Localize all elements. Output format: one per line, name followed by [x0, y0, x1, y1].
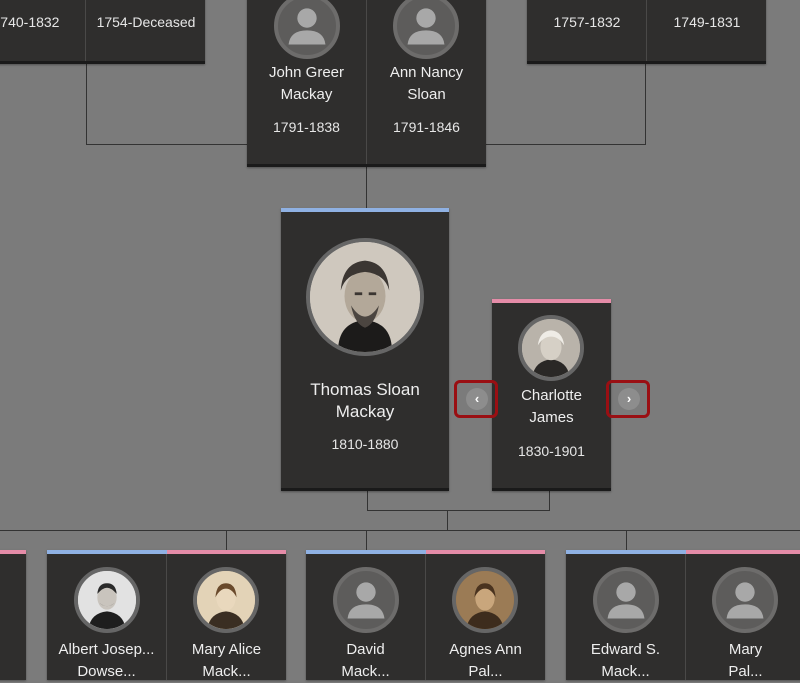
spouse-name: Charlotte James [521, 387, 582, 426]
child-spouse-name-continued: Mack... [202, 663, 251, 680]
grandparent-dates: 1749-1831 [673, 14, 741, 30]
chevron-left-icon: ‹ [466, 388, 488, 410]
connector-line [447, 510, 448, 531]
child-name: Albert Josep... [58, 641, 155, 658]
child-spouse-name: Mary [728, 641, 763, 658]
child-couple-card[interactable] [0, 550, 26, 680]
person-silhouette-icon [393, 0, 459, 59]
previous-spouse-button[interactable]: ‹ [454, 380, 498, 418]
child-spouse-name-continued: Pal... [728, 663, 763, 680]
focus-person-dates: 1810-1880 [331, 436, 399, 452]
child-spouse-name: Mary Alice [191, 641, 262, 658]
child-card[interactable]: Edward S. Mack... [566, 554, 685, 680]
connector-line [366, 166, 367, 210]
child-couple-card[interactable]: Albert Josep... Dowse... Mary Alice Mack… [47, 550, 286, 680]
parents-couple-card[interactable]: John Greer Mackay 1791-1838 Ann Nancy Sl… [247, 0, 486, 167]
child-couple-card[interactable]: Edward S. Mack... Mary Pal... [566, 550, 800, 680]
spouse-dates: 1830-1901 [518, 443, 585, 459]
father-name: John Greer Mackay [268, 64, 345, 103]
grandparents-couple-card-left[interactable]: 1740-1832 1754-Deceased [0, 0, 205, 64]
child-name-continued: Dowse... [77, 663, 136, 680]
grandparents-couple-card-right[interactable]: 1757-1832 1749-1831 [527, 0, 766, 64]
person-silhouette-icon [593, 567, 659, 633]
mother-dates: 1791-1846 [393, 119, 460, 135]
child-spouse-photo [452, 567, 518, 633]
child-name: David [346, 641, 385, 658]
connector-line [86, 144, 248, 145]
person-silhouette-icon [712, 567, 778, 633]
child-photo [74, 567, 140, 633]
child-name: Edward S. [590, 641, 661, 658]
mother-card[interactable]: Ann Nancy Sloan 1791-1846 [367, 0, 486, 164]
child-spouse-card[interactable]: Mary Pal... [686, 554, 800, 680]
connector-line [485, 144, 646, 145]
connector-line [86, 62, 87, 145]
connector-line [0, 530, 800, 531]
connector-line [645, 62, 646, 145]
child-spouse-photo [193, 567, 259, 633]
mother-name: Ann Nancy Sloan [389, 64, 464, 103]
chevron-right-icon: › [618, 388, 640, 410]
child-spouse-name-continued: Pal... [468, 663, 503, 680]
person-silhouette-icon [274, 0, 340, 59]
grandparent-dates: 1754-Deceased [96, 14, 196, 30]
person-silhouette-icon [333, 567, 399, 633]
father-dates: 1791-1838 [273, 119, 340, 135]
child-spouse-name: Agnes Ann [449, 641, 522, 658]
child-spouse-card[interactable]: Agnes Ann Pal... [426, 554, 545, 680]
grandparent-dates: 1757-1832 [553, 14, 621, 30]
grandparent-dates: 1740-1832 [0, 14, 60, 30]
connector-line [549, 489, 550, 511]
spouse-card[interactable]: Charlotte James 1830-1901 [492, 299, 611, 491]
connector-line [367, 489, 368, 511]
child-card[interactable]: David Mack... [306, 554, 425, 680]
child-couple-card[interactable]: David Mack... Agnes Ann Pal... [306, 550, 545, 680]
focus-person-photo [306, 238, 424, 356]
connector-line [367, 510, 550, 511]
child-card[interactable]: Albert Josep... Dowse... [47, 554, 166, 680]
focus-person-card[interactable]: Thomas Sloan Mackay 1810-1880 [281, 208, 449, 491]
connector-line [226, 530, 227, 552]
focus-person-name: Thomas Sloan Mackay [310, 380, 420, 421]
next-spouse-button[interactable]: › [606, 380, 650, 418]
connector-line [366, 530, 367, 552]
connector-line [626, 530, 627, 552]
child-spouse-card[interactable]: Mary Alice Mack... [167, 554, 286, 680]
spouse-photo [518, 315, 584, 381]
child-name-continued: Mack... [601, 663, 650, 680]
child-name-continued: Mack... [341, 663, 390, 680]
father-card[interactable]: John Greer Mackay 1791-1838 [247, 0, 366, 164]
